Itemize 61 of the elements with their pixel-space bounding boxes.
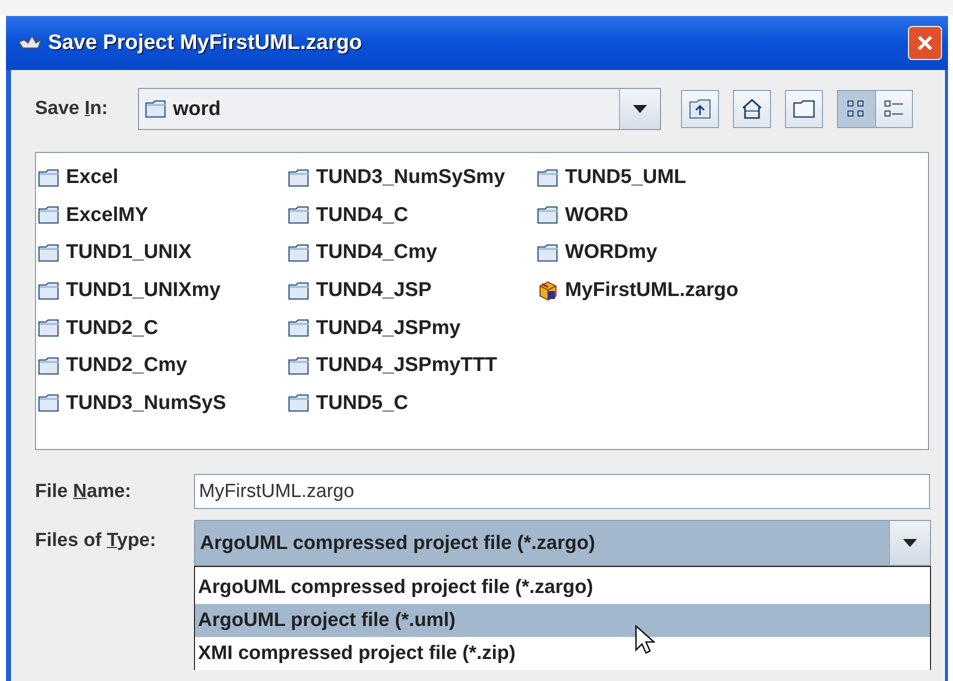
folder-icon [288, 319, 310, 338]
file-name[interactable]: TUND5_UML [565, 166, 686, 190]
folder-icon [537, 244, 559, 262]
folder-icon [38, 319, 60, 338]
folder-icon [288, 244, 310, 262]
file-type-value: ArgoUML compressed project file (*.zargo) [199, 530, 596, 556]
file-name[interactable]: TUND1_UNIX [66, 241, 192, 264]
folder-icon [537, 168, 559, 187]
file-type-option[interactable]: XMI compressed project file (*.zip) [195, 637, 930, 670]
file-name[interactable]: Excel [66, 166, 118, 190]
file-name[interactable]: TUND4_C [316, 204, 408, 227]
file-name-field[interactable]: MyFirstUML.zargo [194, 474, 930, 509]
new-folder-button[interactable] [785, 90, 823, 128]
folder-icon [537, 206, 559, 224]
file-name[interactable]: TUND2_Cmy [66, 354, 188, 378]
folder-icon [38, 356, 60, 375]
folder-name: word [173, 98, 221, 120]
folder-icon [288, 394, 310, 412]
list-view-button[interactable] [837, 90, 875, 128]
up-folder-icon [689, 99, 711, 119]
home-button[interactable] [733, 90, 771, 128]
file-name[interactable]: TUND4_JSPmy [316, 316, 461, 340]
folder-icon [38, 244, 60, 262]
up-folder-button[interactable] [681, 90, 719, 128]
file-name[interactable]: WORD [565, 204, 628, 227]
cube-icon [537, 280, 559, 302]
folder-icon [145, 100, 167, 118]
file-name[interactable]: ExcelMY [66, 204, 148, 227]
file-name[interactable]: TUND3_NumSyS [66, 392, 226, 415]
file-name[interactable]: WORDmy [565, 241, 658, 264]
save-in-label: Save In: [35, 98, 109, 120]
file-name[interactable]: TUND4_Cmy [316, 241, 438, 264]
folder-icon [38, 206, 60, 224]
file-type-dropdown[interactable]: ArgoUML compressed project file (*.zargo) [194, 520, 931, 566]
close-icon [915, 33, 935, 53]
files-of-type-label: Files of Type: [35, 530, 158, 552]
mouse-pointer-icon [635, 625, 655, 655]
save-in-dropdown[interactable]: word [138, 88, 661, 130]
file-name[interactable]: TUND1_UNIXmy [66, 279, 220, 302]
window-title: Save Project MyFirstUML.zargo [48, 31, 363, 55]
file-name[interactable]: MyFirstUML.zargo [565, 279, 738, 302]
file-type-option[interactable]: ArgoUML compressed project file (*.zargo) [195, 571, 930, 604]
folder-icon [38, 168, 60, 187]
file-name[interactable]: TUND3_NumSySmy [316, 166, 505, 190]
home-icon [741, 98, 763, 120]
file-name-label: File Name: [35, 480, 132, 502]
folder-icon [38, 394, 60, 412]
file-name[interactable]: TUND5_C [316, 392, 408, 415]
folder-icon [793, 100, 815, 118]
details-view-button[interactable] [875, 90, 913, 128]
details-view-icon [883, 99, 905, 119]
folder-icon [288, 282, 310, 300]
folder-icon [288, 168, 310, 187]
file-name[interactable]: TUND4_JSP [316, 279, 432, 302]
file-type-option[interactable]: ArgoUML project file (*.uml) [195, 604, 930, 637]
file-name[interactable]: TUND2_C [66, 316, 158, 340]
close-button[interactable] [908, 26, 942, 60]
folder-icon [288, 206, 310, 224]
file-name[interactable]: TUND4_JSPmyTTT [316, 354, 498, 378]
folder-icon [288, 356, 310, 375]
folder-icon [38, 282, 60, 300]
